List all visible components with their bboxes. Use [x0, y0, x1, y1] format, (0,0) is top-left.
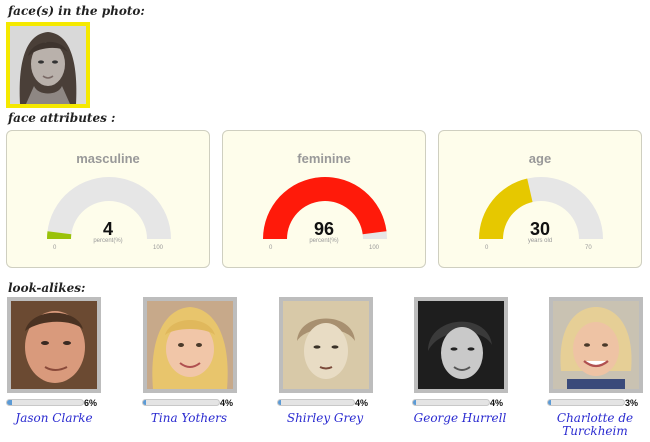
gauge-unit: percent(%)	[309, 238, 339, 244]
similarity-bar	[547, 399, 625, 406]
age-gauge-card: age 30 years old 0 70	[438, 130, 642, 268]
gauge-max-label: 70	[585, 245, 592, 251]
similarity-bar	[6, 399, 84, 406]
similarity-percent: 4%	[355, 398, 369, 408]
similarity-percent: 3%	[625, 398, 639, 408]
lookalike-name-link[interactable]: Charlotte de Turckheim	[535, 412, 650, 438]
gauge-unit: percent(%)	[93, 238, 123, 244]
lookalike-name-link[interactable]: Jason Clarke	[0, 412, 114, 425]
similarity-bar	[142, 399, 220, 406]
gauge-min-label: 0	[269, 245, 273, 251]
similarity-percent: 4%	[490, 398, 504, 408]
gauge-max-label: 100	[153, 245, 164, 251]
similarity-percent: 4%	[220, 398, 234, 408]
feminine-gauge-card: feminine 96 percent(%) 0 100	[222, 130, 426, 268]
face-photo	[10, 26, 86, 104]
lookalikes-section-title: look-alikes:	[8, 281, 86, 295]
lookalike-photo-george-hurrell[interactable]	[414, 297, 508, 393]
lookalike-image	[11, 301, 97, 389]
gauge-min-label: 0	[53, 245, 57, 251]
similarity-bar	[277, 399, 355, 406]
lookalike-photo-charlotte-de-turckheim[interactable]	[549, 297, 643, 393]
lookalike-photo-shirley-grey[interactable]	[279, 297, 373, 393]
lookalike-photo-tina-yothers[interactable]	[143, 297, 237, 393]
similarity-percent: 6%	[84, 398, 98, 408]
lookalike-image	[553, 301, 639, 389]
gauge-value: 96	[313, 219, 335, 239]
gauge-title: feminine	[297, 151, 351, 166]
attributes-section-title: face attributes :	[8, 111, 116, 125]
detected-face-thumbnail[interactable]	[6, 22, 90, 108]
gauge-min-label: 0	[485, 245, 489, 251]
lookalike-name-link[interactable]: George Hurrell	[400, 412, 520, 425]
lookalike-image	[147, 301, 233, 389]
lookalike-name-link[interactable]: Shirley Grey	[265, 412, 385, 425]
gauge-value: 30	[529, 219, 551, 239]
gauge-max-label: 100	[369, 245, 380, 251]
lookalike-photo-jason-clarke[interactable]	[7, 297, 101, 393]
gauge-title: age	[528, 151, 552, 166]
gauge-value: 4	[102, 219, 113, 239]
faces-section-title: face(s) in the photo:	[8, 4, 145, 18]
lookalike-image	[283, 301, 369, 389]
lookalike-image	[418, 301, 504, 389]
gauge-unit: years old	[527, 238, 553, 244]
gauge-title: masculine	[76, 151, 140, 166]
masculine-gauge-card: masculine 4 percent(%) 0 100	[6, 130, 210, 268]
lookalike-name-link[interactable]: Tina Yothers	[129, 412, 249, 425]
similarity-bar	[412, 399, 490, 406]
